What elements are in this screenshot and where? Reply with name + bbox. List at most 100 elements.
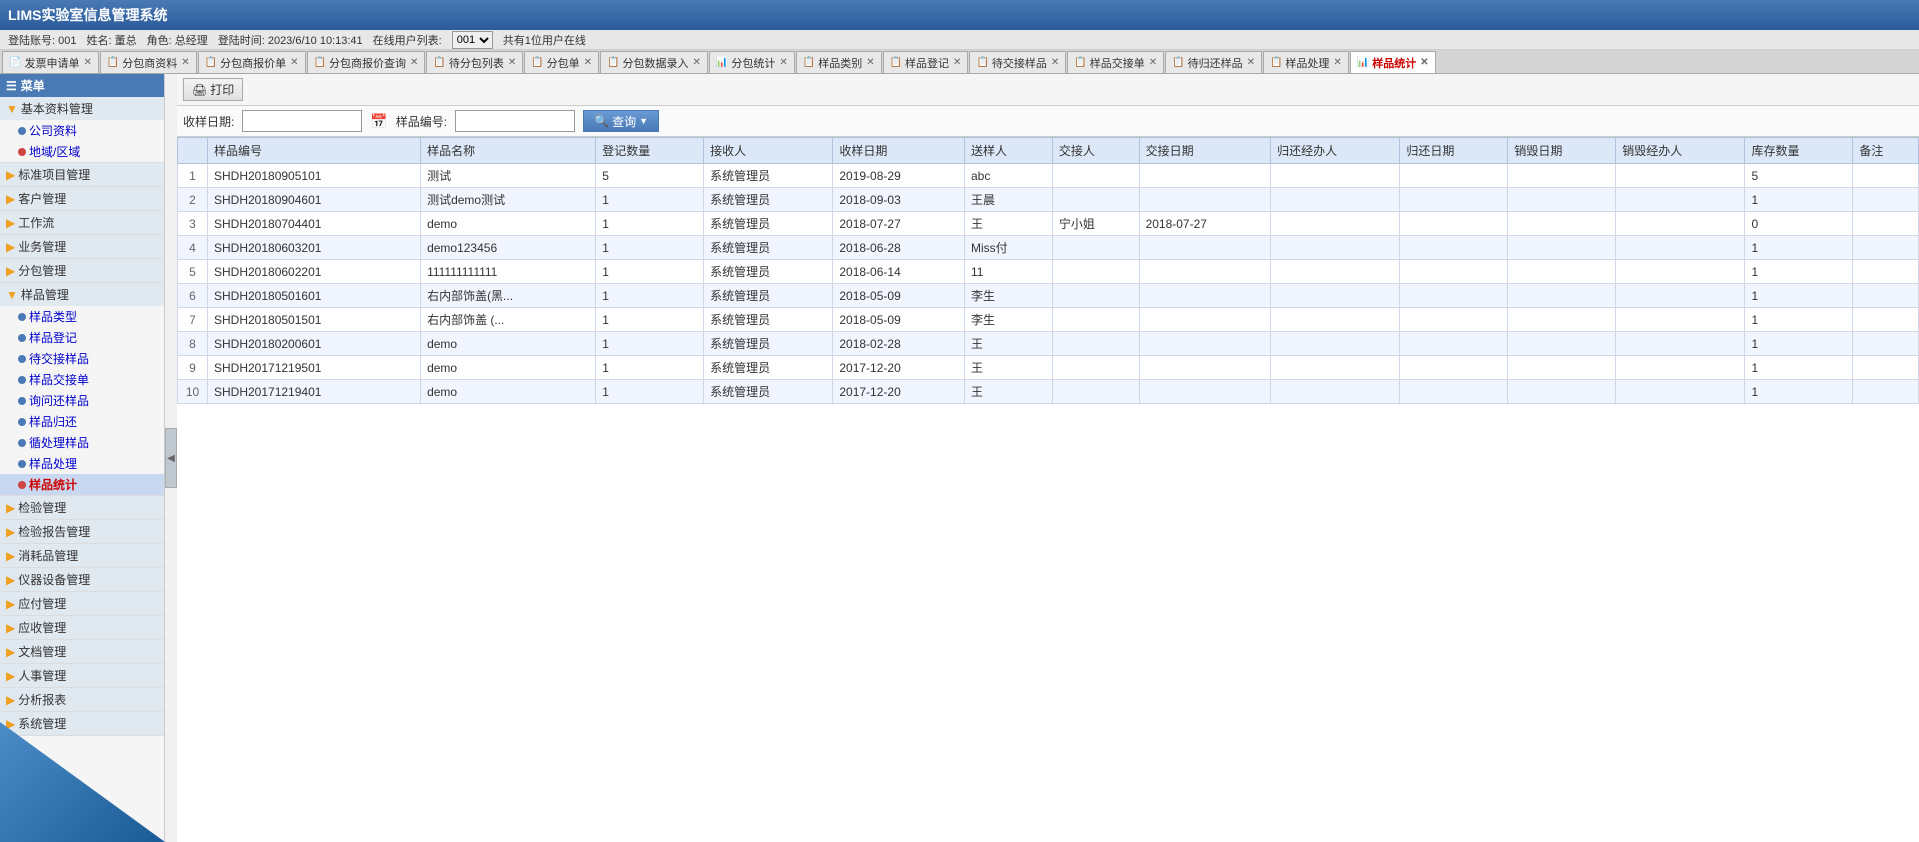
sidebar-item-sample-stats[interactable]: 样品统计 [0,474,164,495]
tab-pending-handover[interactable]: 📋 待交接样品 ✕ [969,51,1066,73]
sidebar-group-equipment: ▶ 仪器设备管理 [0,568,164,592]
sidebar-group-receivable-title[interactable]: ▶ 应收管理 [0,616,164,639]
sidebar-group-subcontract-title[interactable]: ▶ 分包管理 [0,259,164,282]
sidebar-group-system-title[interactable]: ▶ 系统管理 [0,712,164,735]
print-button[interactable]: 🖨 打印 [183,78,243,101]
sidebar-item-region[interactable]: 地域/区域 [0,141,164,162]
sidebar-item-sample-register[interactable]: 样品登记 [0,327,164,348]
table-row[interactable]: 7 SHDH20180501501 右内部饰盖 (... 1 系统管理员 201… [178,308,1919,332]
search-button[interactable]: 🔍 查询 ▼ [583,110,659,132]
sidebar-item-process-query[interactable]: 循处理样品 [0,432,164,453]
tab-close-11[interactable]: ✕ [1051,57,1059,68]
tab-close-3[interactable]: ✕ [290,57,298,68]
cell-return-handler [1271,260,1400,284]
table-row[interactable]: 9 SHDH20171219501 demo 1 系统管理员 2017-12-2… [178,356,1919,380]
sidebar-group-docs-title[interactable]: ▶ 文档管理 [0,640,164,663]
sidebar-group-customer-title[interactable]: ▶ 客户管理 [0,187,164,210]
table-row[interactable]: 3 SHDH20180704401 demo 1 系统管理员 2018-07-2… [178,212,1919,236]
tab-subcontractor-data[interactable]: 📋 分包商资料 ✕ [100,51,197,73]
sidebar-collapse-btn[interactable]: ◀ [165,428,177,488]
cell-destroy-date [1508,332,1616,356]
sidebar-group-equipment-title[interactable]: ▶ 仪器设备管理 [0,568,164,591]
tab-sample-stats[interactable]: 📊 样品统计 ✕ [1350,51,1436,73]
table-row[interactable]: 10 SHDH20171219401 demo 1 系统管理员 2017-12-… [178,380,1919,404]
tab-close-invoice[interactable]: ✕ [83,57,91,68]
cell-receive-date: 2017-12-20 [833,356,965,380]
tab-subcontract-stats[interactable]: 📊 分包统计 ✕ [709,51,795,73]
tab-close-5[interactable]: ✕ [508,57,516,68]
cell-receive-date: 2018-06-28 [833,236,965,260]
tab-sample-exchange[interactable]: 📋 样品交接单 ✕ [1067,51,1164,73]
sidebar-item-sample-process[interactable]: 样品处理 [0,453,164,474]
tab-close-15[interactable]: ✕ [1420,57,1428,68]
sample-stats-table: 样品编号 样品名称 登记数量 接收人 收样日期 送样人 交接人 交接日期 归还经… [177,137,1919,404]
sidebar-group-sample-title[interactable]: ▼ 样品管理 [0,283,164,306]
tab-invoice[interactable]: 📄 发票申请单 ✕ [2,51,99,73]
cell-destroy-handler [1616,188,1745,212]
tab-close-7[interactable]: ✕ [693,57,701,68]
table-row[interactable]: 4 SHDH20180603201 demo123456 1 系统管理员 201… [178,236,1919,260]
table-row[interactable]: 8 SHDH20180200601 demo 1 系统管理员 2018-02-2… [178,332,1919,356]
tab-quote-query[interactable]: 📋 分包商报价查询 ✕ [307,51,426,73]
sidebar-header: ☰ 菜单 [0,74,164,97]
sidebar-group-system: ▶ 系统管理 [0,712,164,736]
sidebar-group-analysis-title[interactable]: ▶ 分析报表 [0,688,164,711]
cell-receiver: 系统管理员 [704,380,833,404]
tab-close-4[interactable]: ✕ [410,57,418,68]
table-row[interactable]: 1 SHDH20180905101 测试 5 系统管理员 2019-08-29 … [178,164,1919,188]
cell-reg-count: 1 [596,212,704,236]
tab-close-10[interactable]: ✕ [953,57,961,68]
sidebar-item-pending-handover[interactable]: 待交接样品 [0,348,164,369]
sidebar-group-workflow-title[interactable]: ▶ 工作流 [0,211,164,234]
sidebar-group-consumable-title[interactable]: ▶ 消耗品管理 [0,544,164,567]
tab-pending-subcontract[interactable]: 📋 待分包列表 ✕ [426,51,523,73]
sidebar-group-business-title[interactable]: ▶ 业务管理 [0,235,164,258]
online-user-select[interactable]: 001 [452,31,493,49]
sidebar-group-report-title[interactable]: ▶ 检验报告管理 [0,520,164,543]
tab-close-13[interactable]: ✕ [1247,57,1255,68]
cell-destroy-handler [1616,380,1745,404]
sidebar-group-hr-title[interactable]: ▶ 人事管理 [0,664,164,687]
tab-close-6[interactable]: ✕ [584,57,592,68]
tab-close-14[interactable]: ✕ [1333,57,1341,68]
table-row[interactable]: 2 SHDH20180904601 测试demo测试 1 系统管理员 2018-… [178,188,1919,212]
tab-close-8[interactable]: ✕ [779,57,787,68]
sidebar-group-basic-title[interactable]: ▼ 基本资料管理 [0,97,164,120]
sidebar-item-sample-return[interactable]: 样品归还 [0,411,164,432]
tab-close-12[interactable]: ✕ [1149,57,1157,68]
cell-sample-name: demo [421,356,596,380]
sidebar-item-exchange-form[interactable]: 样品交接单 [0,369,164,390]
table-row[interactable]: 6 SHDH20180501601 右内部饰盖(黑... 1 系统管理员 201… [178,284,1919,308]
cell-handover-date [1139,356,1271,380]
cell-sender: 王 [964,332,1052,356]
tab-subcontract[interactable]: 📋 分包单 ✕ [524,51,599,73]
sidebar-item-sample-type[interactable]: 样品类型 [0,306,164,327]
sidebar-item-company[interactable]: 公司资料 [0,120,164,141]
sidebar-group-standards-title[interactable]: ▶ 标准项目管理 [0,163,164,186]
cell-destroy-handler [1616,236,1745,260]
tab-pending-return[interactable]: 📋 待归还样品 ✕ [1165,51,1262,73]
cell-sample-code: SHDH20180200601 [208,332,421,356]
col-handover-date: 交接日期 [1139,138,1271,164]
cell-receive-date: 2017-12-20 [833,380,965,404]
cell-handover [1052,236,1139,260]
cell-no: 10 [178,380,208,404]
tab-subcontractor-quote[interactable]: 📋 分包商报价单 ✕ [198,51,306,73]
cell-note [1853,212,1919,236]
sidebar-group-customer: ▶ 客户管理 [0,187,164,211]
sidebar-group-payable-title[interactable]: ▶ 应付管理 [0,592,164,615]
sample-code-input[interactable] [455,110,575,132]
calendar-icon: 📅 [370,113,387,130]
date-input[interactable] [242,110,362,132]
table-row[interactable]: 5 SHDH20180602201 111111111111 1 系统管理员 2… [178,260,1919,284]
sidebar-group-inspect-title[interactable]: ▶ 检验管理 [0,496,164,519]
tab-sample-category[interactable]: 📋 样品类别 ✕ [796,51,882,73]
cell-handover [1052,356,1139,380]
cell-handover [1052,188,1139,212]
tab-close-9[interactable]: ✕ [866,57,874,68]
tab-close-2[interactable]: ✕ [181,57,189,68]
tab-subcontract-entry[interactable]: 📋 分包数据录入 ✕ [600,51,708,73]
tab-sample-register[interactable]: 📋 样品登记 ✕ [883,51,969,73]
tab-sample-process[interactable]: 📋 样品处理 ✕ [1263,51,1349,73]
sidebar-item-return-query[interactable]: 询问还样品 [0,390,164,411]
